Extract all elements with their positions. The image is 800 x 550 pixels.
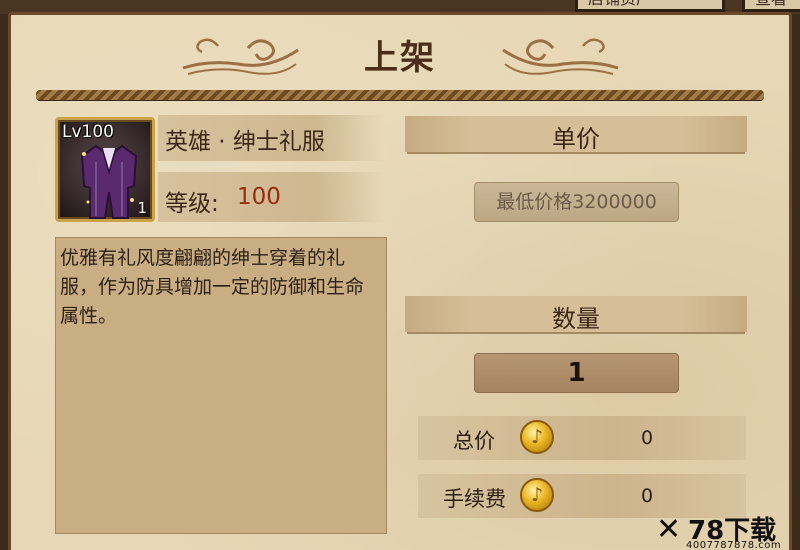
watermark-url: 4007787878.com: [686, 540, 782, 550]
tab-shop-assets[interactable]: 店铺资产: [575, 0, 725, 12]
quantity-input[interactable]: 1: [474, 353, 679, 393]
total-price-label: 总价: [453, 429, 495, 453]
gentleman-suit-icon: [80, 144, 138, 219]
gold-coin-icon: [520, 420, 554, 454]
item-icon-slot[interactable]: Lv100 1: [55, 117, 155, 222]
watermark: ✕ 78下载 4007787878.com: [652, 512, 800, 550]
item-count-badge: 1: [137, 199, 147, 217]
fee-value: 0: [641, 485, 654, 507]
fee-label: 手续费: [443, 487, 506, 511]
tab-view[interactable]: 查看: [742, 0, 800, 12]
unit-price-label: 单价: [552, 125, 600, 153]
item-name: 英雄 · 绅士礼服: [165, 129, 325, 155]
item-level-value: 100: [237, 184, 281, 210]
item-level-badge: Lv100: [62, 122, 114, 142]
gold-coin-icon: [520, 478, 554, 512]
total-price-value: 0: [641, 427, 654, 449]
watermark-x-icon: ✕: [656, 512, 682, 547]
unit-price-header: 单价: [405, 116, 747, 153]
item-description: 优雅有礼风度翩翩的绅士穿着的礼服，作为防具增加一定的防御和生命属性。: [60, 247, 365, 327]
item-level-label: 等级:: [165, 191, 219, 217]
unit-price-input[interactable]: 最低价格3200000: [474, 182, 679, 222]
panel-title: 上架: [364, 38, 436, 78]
quantity-header: 数量: [405, 296, 747, 333]
quantity-label: 数量: [552, 305, 600, 333]
rope-divider: [36, 90, 764, 100]
